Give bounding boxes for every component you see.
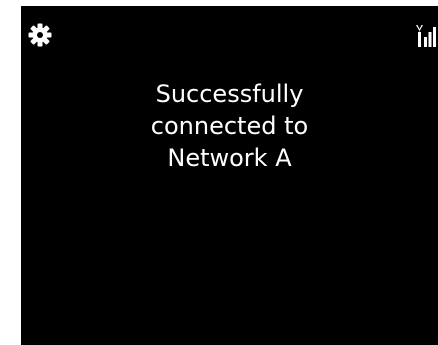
signal-strength-icon	[416, 23, 438, 49]
message-line-2: connected to	[150, 112, 309, 140]
message-line-1: Successfully	[155, 80, 304, 108]
device-screen: Successfully connected to Network A	[21, 6, 438, 345]
message-line-3: Network A	[167, 144, 292, 172]
gear-icon[interactable]	[28, 23, 52, 47]
connection-status-message: Successfully connected to Network A	[21, 78, 438, 174]
